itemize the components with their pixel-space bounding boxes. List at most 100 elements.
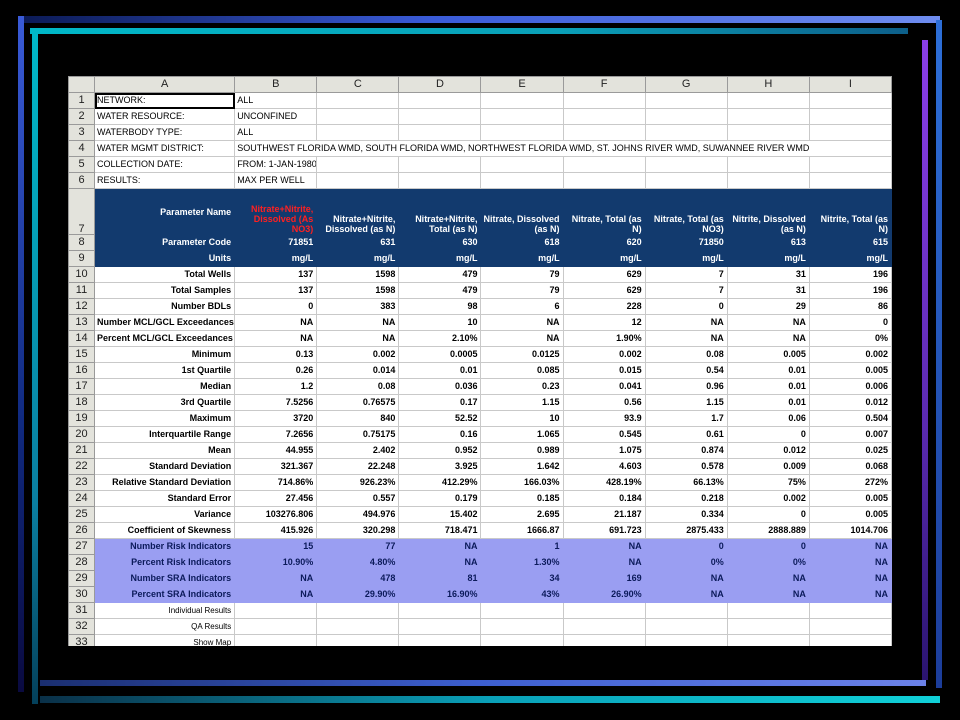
parameter-header-cell[interactable]: 613 bbox=[726, 234, 810, 251]
indicator-value-cell[interactable]: NA bbox=[234, 570, 318, 587]
statistic-value-cell[interactable]: 0 bbox=[234, 298, 318, 315]
parameter-header-cell[interactable]: 618 bbox=[480, 234, 564, 251]
info-value-cell[interactable]: UNCONFINED bbox=[234, 108, 318, 125]
statistic-value-cell[interactable]: 0.504 bbox=[808, 410, 892, 427]
column-header-e[interactable]: E bbox=[480, 76, 564, 93]
parameter-header-cell[interactable]: Nitrite, Dissolved (as N) bbox=[726, 188, 810, 235]
indicator-value-cell[interactable]: NA bbox=[808, 554, 892, 571]
statistic-value-cell[interactable]: 66.13% bbox=[644, 474, 728, 491]
empty-cell[interactable] bbox=[726, 92, 810, 109]
row-header[interactable]: 1 bbox=[68, 92, 96, 109]
statistic-label[interactable]: Variance bbox=[94, 506, 236, 523]
statistic-value-cell[interactable]: 2.402 bbox=[316, 442, 400, 459]
statistic-value-cell[interactable]: 0.006 bbox=[808, 378, 892, 395]
empty-cell[interactable] bbox=[562, 602, 646, 619]
empty-cell[interactable] bbox=[398, 602, 482, 619]
statistic-value-cell[interactable]: 0.009 bbox=[726, 458, 810, 475]
statistic-value-cell[interactable]: 1.642 bbox=[480, 458, 564, 475]
statistic-value-cell[interactable]: 0 bbox=[726, 506, 810, 523]
statistic-value-cell[interactable]: 0.0005 bbox=[398, 346, 482, 363]
indicator-label[interactable]: Percent SRA Indicators bbox=[94, 586, 236, 603]
statistic-value-cell[interactable]: 7.5256 bbox=[234, 394, 318, 411]
empty-cell[interactable] bbox=[398, 108, 482, 125]
statistic-label[interactable]: Number BDLs bbox=[94, 298, 236, 315]
parameter-header-cell[interactable]: Nitrate+Nitrite, Total (as N) bbox=[398, 188, 482, 235]
statistic-value-cell[interactable]: 0.007 bbox=[808, 426, 892, 443]
statistic-value-cell[interactable]: 2.10% bbox=[398, 330, 482, 347]
statistic-value-cell[interactable]: 0.002 bbox=[316, 346, 400, 363]
indicator-value-cell[interactable]: NA bbox=[808, 570, 892, 587]
parameter-header-cell[interactable]: 630 bbox=[398, 234, 482, 251]
statistic-value-cell[interactable]: 0.61 bbox=[644, 426, 728, 443]
statistic-value-cell[interactable]: 0.989 bbox=[480, 442, 564, 459]
empty-cell[interactable] bbox=[808, 124, 892, 141]
row-header[interactable]: 17 bbox=[68, 378, 96, 395]
empty-cell[interactable] bbox=[234, 618, 318, 635]
indicator-value-cell[interactable]: 10.90% bbox=[234, 554, 318, 571]
row-header[interactable]: 24 bbox=[68, 490, 96, 507]
statistic-value-cell[interactable]: 0.01 bbox=[726, 378, 810, 395]
statistic-value-cell[interactable]: 3720 bbox=[234, 410, 318, 427]
statistic-value-cell[interactable]: 15.402 bbox=[398, 506, 482, 523]
empty-cell[interactable] bbox=[808, 108, 892, 125]
select-all-corner[interactable] bbox=[68, 76, 96, 93]
statistic-value-cell[interactable]: 86 bbox=[808, 298, 892, 315]
row-header[interactable]: 19 bbox=[68, 410, 96, 427]
row-header[interactable]: 2 bbox=[68, 108, 96, 125]
statistic-value-cell[interactable]: 0.16 bbox=[398, 426, 482, 443]
indicator-value-cell[interactable]: 1 bbox=[480, 538, 564, 555]
row-header[interactable]: 13 bbox=[68, 314, 96, 331]
statistic-value-cell[interactable]: 0% bbox=[808, 330, 892, 347]
statistic-label[interactable]: Median bbox=[94, 378, 236, 395]
statistic-value-cell[interactable]: 0.068 bbox=[808, 458, 892, 475]
empty-cell[interactable] bbox=[644, 156, 728, 173]
statistic-value-cell[interactable]: NA bbox=[644, 314, 728, 331]
empty-cell[interactable] bbox=[562, 634, 646, 646]
indicator-value-cell[interactable]: NA bbox=[562, 538, 646, 555]
parameter-header-cell[interactable]: Nitrate, Total (as NO3) bbox=[644, 188, 728, 235]
row-header[interactable]: 23 bbox=[68, 474, 96, 491]
statistic-value-cell[interactable]: 31 bbox=[726, 266, 810, 283]
indicator-label[interactable]: Number SRA Indicators bbox=[94, 570, 236, 587]
row-header[interactable]: 33 bbox=[68, 634, 96, 646]
statistic-value-cell[interactable]: 137 bbox=[234, 266, 318, 283]
empty-cell[interactable] bbox=[644, 108, 728, 125]
parameter-header-label[interactable]: Units bbox=[94, 250, 236, 267]
statistic-value-cell[interactable]: 840 bbox=[316, 410, 400, 427]
row-header[interactable]: 7 bbox=[68, 188, 96, 235]
statistic-value-cell[interactable]: 0.012 bbox=[726, 442, 810, 459]
empty-cell[interactable] bbox=[398, 618, 482, 635]
statistic-value-cell[interactable]: 27.456 bbox=[234, 490, 318, 507]
row-header[interactable]: 11 bbox=[68, 282, 96, 299]
statistic-value-cell[interactable]: 2875.433 bbox=[644, 522, 728, 539]
sheet-link-cell[interactable]: Show Map bbox=[94, 634, 236, 646]
row-header[interactable]: 16 bbox=[68, 362, 96, 379]
statistic-value-cell[interactable]: NA bbox=[480, 314, 564, 331]
empty-cell[interactable] bbox=[234, 602, 318, 619]
statistic-label[interactable]: Relative Standard Deviation bbox=[94, 474, 236, 491]
statistic-value-cell[interactable]: 0.015 bbox=[562, 362, 646, 379]
statistic-value-cell[interactable]: 691.723 bbox=[562, 522, 646, 539]
info-value-cell[interactable]: ALL bbox=[234, 124, 318, 141]
indicator-value-cell[interactable]: 34 bbox=[480, 570, 564, 587]
info-label-cell[interactable]: WATER RESOURCE: bbox=[94, 108, 236, 125]
statistic-value-cell[interactable]: 0.952 bbox=[398, 442, 482, 459]
statistic-value-cell[interactable]: 0.085 bbox=[480, 362, 564, 379]
indicator-label[interactable]: Number Risk Indicators bbox=[94, 538, 236, 555]
column-header-i[interactable]: I bbox=[808, 76, 892, 93]
statistic-value-cell[interactable]: 196 bbox=[808, 282, 892, 299]
empty-cell[interactable] bbox=[480, 108, 564, 125]
parameter-header-cell[interactable]: mg/L bbox=[398, 250, 482, 267]
sheet-link-cell[interactable]: Individual Results bbox=[94, 602, 236, 619]
empty-cell[interactable] bbox=[316, 618, 400, 635]
statistic-value-cell[interactable]: 494.976 bbox=[316, 506, 400, 523]
statistic-value-cell[interactable]: 137 bbox=[234, 282, 318, 299]
statistic-value-cell[interactable]: 0.002 bbox=[808, 346, 892, 363]
empty-cell[interactable] bbox=[480, 634, 564, 646]
parameter-header-cell[interactable]: mg/L bbox=[808, 250, 892, 267]
statistic-value-cell[interactable]: 320.298 bbox=[316, 522, 400, 539]
statistic-value-cell[interactable]: 79 bbox=[480, 282, 564, 299]
column-header-c[interactable]: C bbox=[316, 76, 400, 93]
indicator-value-cell[interactable]: 0 bbox=[644, 538, 728, 555]
indicator-value-cell[interactable]: 43% bbox=[480, 586, 564, 603]
